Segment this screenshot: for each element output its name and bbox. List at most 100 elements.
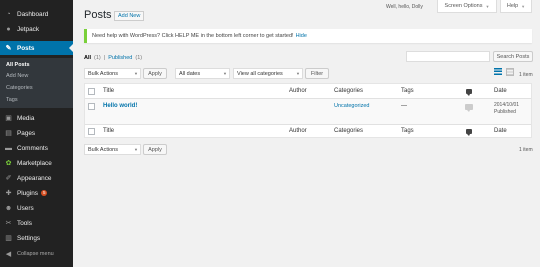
search-posts-button[interactable]: Search Posts: [493, 51, 533, 62]
posts-submenu: All Posts Add New Categories Tags: [0, 58, 73, 108]
date-filter-value: All dates: [179, 70, 201, 77]
post-category-link[interactable]: Uncategorized: [334, 103, 369, 109]
view-published-count: (1): [135, 55, 143, 61]
menu-item-plugins[interactable]: ✚ Plugins 5: [0, 186, 73, 200]
settings-icon: ▥: [5, 235, 12, 242]
menu-item-posts[interactable]: ✎ Posts: [0, 41, 73, 55]
select-all-checkbox[interactable]: [88, 88, 95, 95]
caret-down-icon: ▼: [134, 71, 138, 76]
add-new-button[interactable]: Add New: [114, 11, 145, 21]
view-all-count: (1): [94, 55, 101, 61]
notice-text: Need help with WordPress? Click HELP ME …: [92, 33, 294, 39]
select-all-checkbox-footer[interactable]: [88, 128, 95, 135]
column-author: Author: [289, 88, 307, 94]
help-label: Help: [506, 3, 519, 9]
collapse-menu-button[interactable]: ◀ Collapse menu: [0, 247, 73, 261]
menu-label: Pages: [17, 129, 36, 137]
menu-item-marketplace[interactable]: ✿ Marketplace: [0, 156, 73, 170]
submenu-all-posts[interactable]: All Posts: [6, 62, 30, 68]
menu-item-media[interactable]: ▣ Media: [0, 111, 73, 125]
comment-count-bubble-icon[interactable]: [465, 104, 473, 112]
menu-label: Tools: [17, 219, 32, 227]
post-status: Published: [494, 109, 516, 115]
column-author-footer: Author: [289, 128, 307, 134]
category-filter-select[interactable]: View all categories ▼: [233, 68, 303, 79]
column-date-footer[interactable]: Date: [494, 128, 507, 134]
menu-label: Appearance: [17, 174, 52, 182]
post-date: 2014/10/01: [494, 102, 520, 108]
row-checkbox[interactable]: [88, 103, 95, 110]
howdy-greeting[interactable]: Well, hello, Dolly: [386, 4, 423, 10]
column-title-footer[interactable]: Title: [103, 128, 114, 134]
menu-label: Jetpack: [17, 25, 40, 33]
list-view-icon[interactable]: [494, 68, 502, 76]
caret-down-icon: ▼: [521, 3, 526, 9]
column-categories: Categories: [334, 88, 364, 94]
table-footer-row: Title Author Categories Tags Date: [85, 124, 531, 138]
hide-notice-link[interactable]: Hide: [296, 33, 307, 39]
bulk-actions-select[interactable]: Bulk Actions ▼: [84, 68, 141, 79]
filter-button[interactable]: Filter: [305, 68, 329, 79]
submenu-categories[interactable]: Categories: [6, 85, 33, 91]
menu-item-comments[interactable]: ▬ Comments: [0, 141, 73, 155]
brush-icon: ✐: [5, 175, 12, 182]
comments-column-icon-footer[interactable]: [466, 129, 472, 136]
pin-icon: ✎: [5, 45, 12, 52]
column-tags: Tags: [401, 88, 414, 94]
search-posts-input[interactable]: [406, 51, 490, 62]
view-all-link[interactable]: All: [84, 55, 91, 61]
comments-icon: ▬: [5, 144, 12, 152]
column-date[interactable]: Date: [494, 88, 507, 94]
apply-button-bottom[interactable]: Apply: [143, 144, 167, 155]
post-status-views: All (1) | Published (1): [84, 55, 142, 61]
menu-label: Plugins: [17, 189, 38, 197]
help-button[interactable]: Help ▼: [500, 0, 532, 13]
view-published-link[interactable]: Published: [108, 55, 132, 61]
menu-label: Comments: [17, 144, 48, 152]
column-tags-footer: Tags: [401, 128, 414, 134]
items-count-bottom: 1 item: [519, 147, 533, 153]
menu-label: Settings: [17, 234, 41, 242]
apply-button[interactable]: Apply: [143, 68, 167, 79]
excerpt-view-icon[interactable]: [506, 68, 514, 76]
menu-item-users[interactable]: ☻ Users: [0, 201, 73, 215]
marketplace-icon: ✿: [5, 160, 12, 167]
menu-label: Posts: [17, 44, 35, 52]
menu-item-dashboard[interactable]: ◔ Dashboard: [0, 7, 73, 21]
caret-down-icon: ▼: [134, 147, 138, 152]
menu-item-appearance[interactable]: ✐ Appearance: [0, 171, 73, 185]
caret-down-icon: ▼: [485, 3, 490, 9]
column-categories-footer: Categories: [334, 128, 364, 134]
bulk-actions-value: Bulk Actions: [88, 70, 118, 77]
screen-options-label: Screen Options: [444, 3, 483, 9]
submenu-add-new[interactable]: Add New: [6, 73, 28, 79]
menu-item-jetpack[interactable]: ● Jetpack: [0, 22, 73, 36]
menu-item-pages[interactable]: ▤ Pages: [0, 126, 73, 140]
bulk-actions-select-bottom[interactable]: Bulk Actions ▼: [84, 144, 141, 155]
views-separator: |: [103, 55, 106, 61]
posts-table: Title Author Categories Tags Date Hello …: [84, 83, 532, 138]
menu-item-tools[interactable]: ✂ Tools: [0, 216, 73, 230]
screen-options-button[interactable]: Screen Options ▼: [437, 0, 497, 13]
menu-label: Collapse menu: [17, 251, 54, 257]
media-icon: ▣: [5, 115, 12, 122]
page-title: Posts: [84, 9, 112, 21]
dashboard-icon: ◔: [6, 10, 11, 18]
menu-label: Media: [17, 114, 35, 122]
menu-label: Users: [17, 204, 34, 212]
submenu-tags[interactable]: Tags: [6, 97, 18, 103]
pages-icon: ▤: [5, 130, 12, 137]
column-title[interactable]: Title: [103, 88, 114, 94]
date-filter-select[interactable]: All dates ▼: [175, 68, 230, 79]
items-count: 1 item: [519, 72, 533, 78]
post-title-link[interactable]: Hello world!: [103, 103, 137, 109]
caret-down-icon: ▼: [296, 71, 300, 76]
bulk-actions-value: Bulk Actions: [88, 146, 118, 153]
jetpack-icon: ●: [6, 25, 11, 33]
plugin-icon: ✚: [5, 190, 12, 197]
post-tags: —: [401, 103, 407, 109]
comments-column-icon[interactable]: [466, 89, 472, 96]
users-icon: ☻: [4, 204, 13, 212]
menu-item-settings[interactable]: ▥ Settings: [0, 231, 73, 245]
table-row: Hello world! Uncategorized — 2014/10/01 …: [85, 99, 531, 124]
